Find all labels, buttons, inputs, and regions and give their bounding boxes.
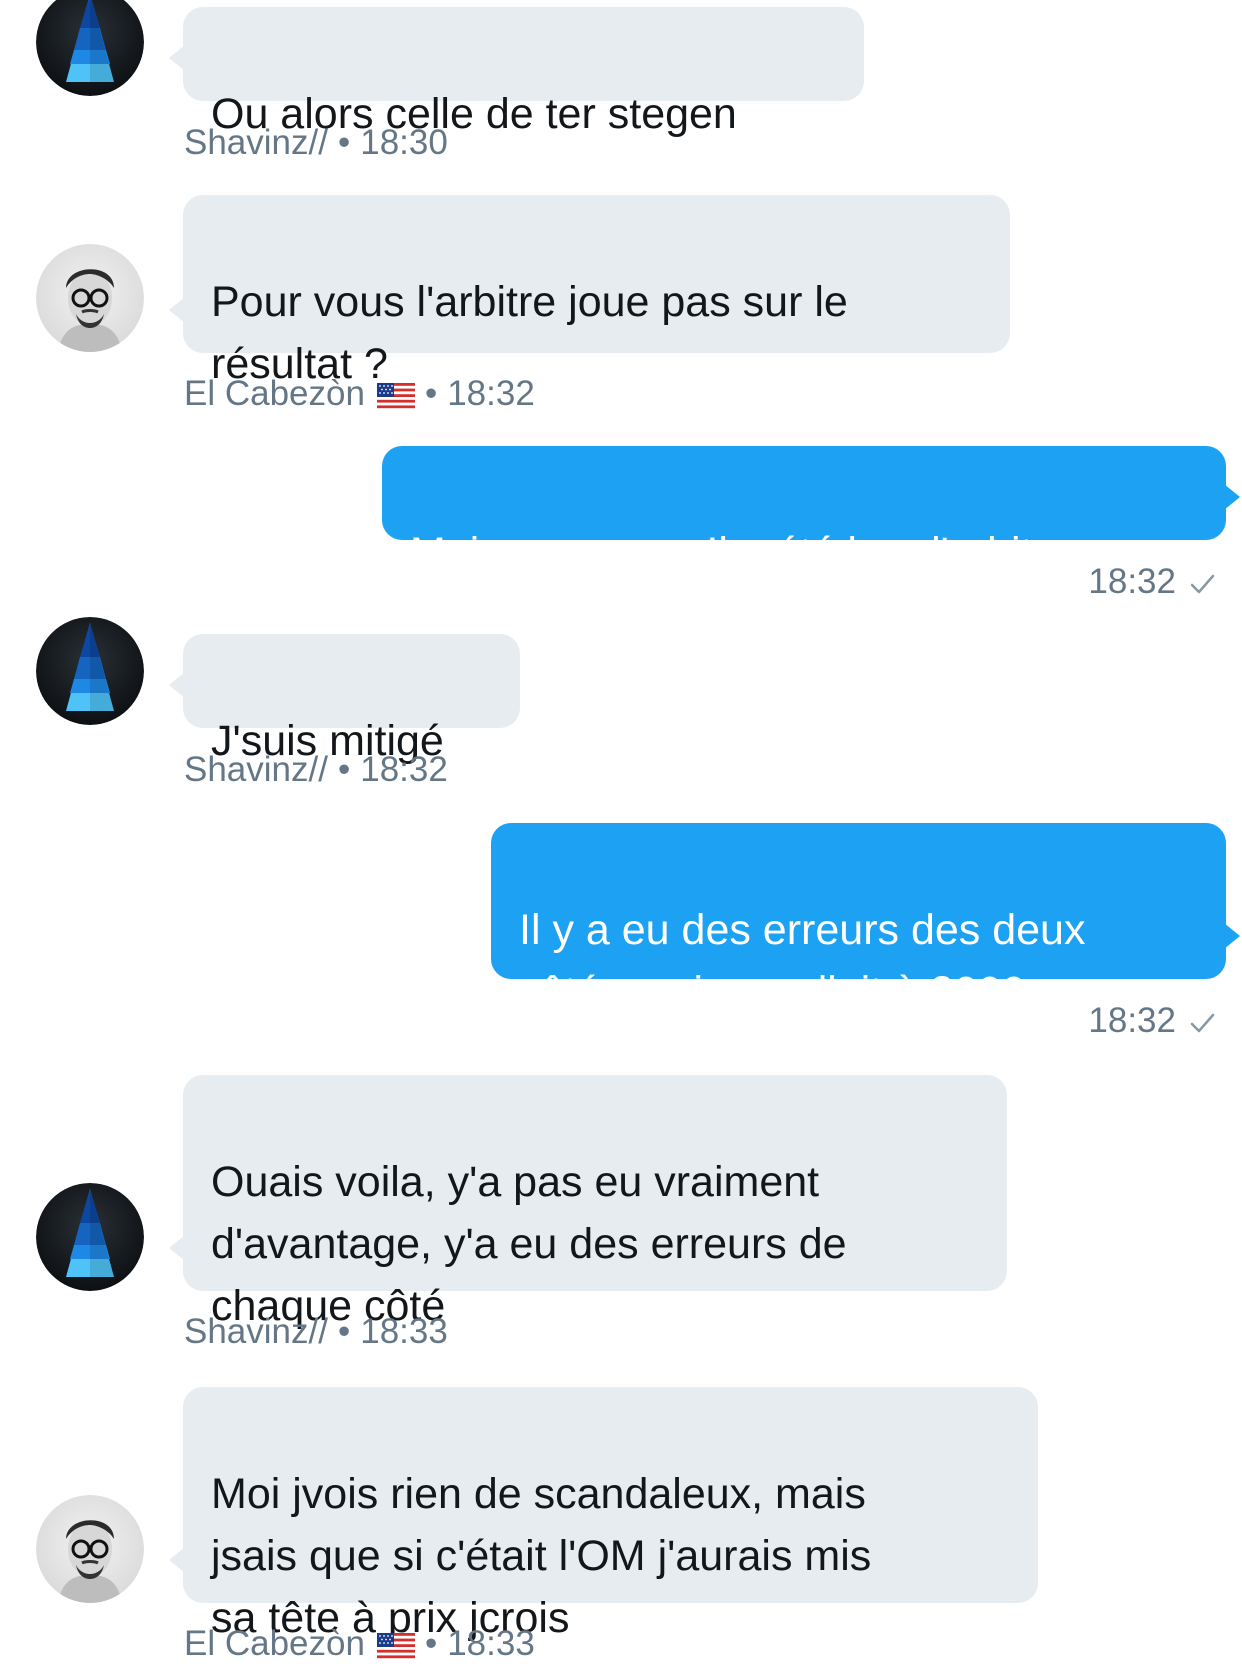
message-text: Moi perso non. Il a été bon l'arbitre [410, 529, 1071, 577]
checkmark-icon [1188, 1009, 1216, 1037]
message-meta-3: 18:32 [1088, 562, 1216, 602]
sender-name: El Cabezòn [184, 374, 365, 413]
glasses-man-avatar-icon [36, 244, 144, 352]
us-flag-icon [377, 1633, 415, 1659]
timestamp: 18:30 [360, 123, 448, 162]
message-bubble-3[interactable]: Moi perso non. Il a été bon l'arbitre [382, 446, 1240, 577]
message-meta-2: El Cabezòn • 18:32 [184, 374, 535, 414]
separator-dot: • [337, 1312, 351, 1351]
message-meta-7: El Cabezòn • 18:33 [184, 1624, 535, 1664]
message-meta-5: 18:32 [1088, 1001, 1216, 1041]
message-meta-6: Shavinz//• 18:33 [184, 1312, 448, 1352]
separator-dot: • [424, 374, 438, 413]
message-text: Moi jvois rien de scandaleux, mais jsais… [211, 1470, 872, 1642]
avatar-el-cabezon[interactable] [36, 244, 144, 352]
avatar-el-cabezon[interactable] [36, 1495, 144, 1603]
us-flag-icon [377, 383, 415, 409]
timestamp: 18:33 [447, 1624, 535, 1663]
avatar-shavinz[interactable] [36, 617, 144, 725]
message-meta-4: Shavinz//• 18:32 [184, 750, 448, 790]
sender-name: Shavinz// [184, 750, 328, 789]
timestamp: 18:32 [447, 374, 535, 413]
timestamp: 18:32 [1088, 1001, 1176, 1040]
timestamp: 18:32 [1088, 562, 1176, 601]
pyramid-logo-avatar-icon [36, 617, 144, 725]
message-text: Ouais voila, y'a pas eu vraiment d'avant… [211, 1158, 847, 1330]
avatar-shavinz[interactable] [36, 1183, 144, 1291]
message-text: Pour vous l'arbitre joue pas sur le résu… [211, 278, 848, 388]
message-text: Il y a eu des erreurs des deux côtés mai… [519, 906, 1086, 1016]
pyramid-logo-avatar-icon [36, 0, 144, 96]
checkmark-icon [1188, 570, 1216, 598]
timestamp: 18:33 [360, 1312, 448, 1351]
message-bubble-4[interactable]: J'suis mitigé [169, 634, 520, 765]
sender-name: Shavinz// [184, 123, 328, 162]
message-bubble-6[interactable]: Ouais voila, y'a pas eu vraiment d'avant… [169, 1075, 1007, 1330]
separator-dot: • [424, 1624, 438, 1663]
sender-name: El Cabezòn [184, 1624, 365, 1663]
avatar-shavinz[interactable] [36, 0, 144, 96]
glasses-man-avatar-icon [36, 1495, 144, 1603]
message-bubble-1[interactable]: Ou alors celle de ter stegen [169, 7, 864, 138]
timestamp: 18:32 [360, 750, 448, 789]
message-bubble-2[interactable]: Pour vous l'arbitre joue pas sur le résu… [169, 195, 1010, 388]
message-bubble-5[interactable]: Il y a eu des erreurs des deux côtés mai… [491, 823, 1240, 1016]
message-bubble-7[interactable]: Moi jvois rien de scandaleux, mais jsais… [169, 1387, 1038, 1642]
sender-name: Shavinz// [184, 1312, 328, 1351]
separator-dot: • [337, 750, 351, 789]
message-meta-1: Shavinz//• 18:30 [184, 123, 448, 163]
pyramid-logo-avatar-icon [36, 1183, 144, 1291]
separator-dot: • [337, 123, 351, 162]
